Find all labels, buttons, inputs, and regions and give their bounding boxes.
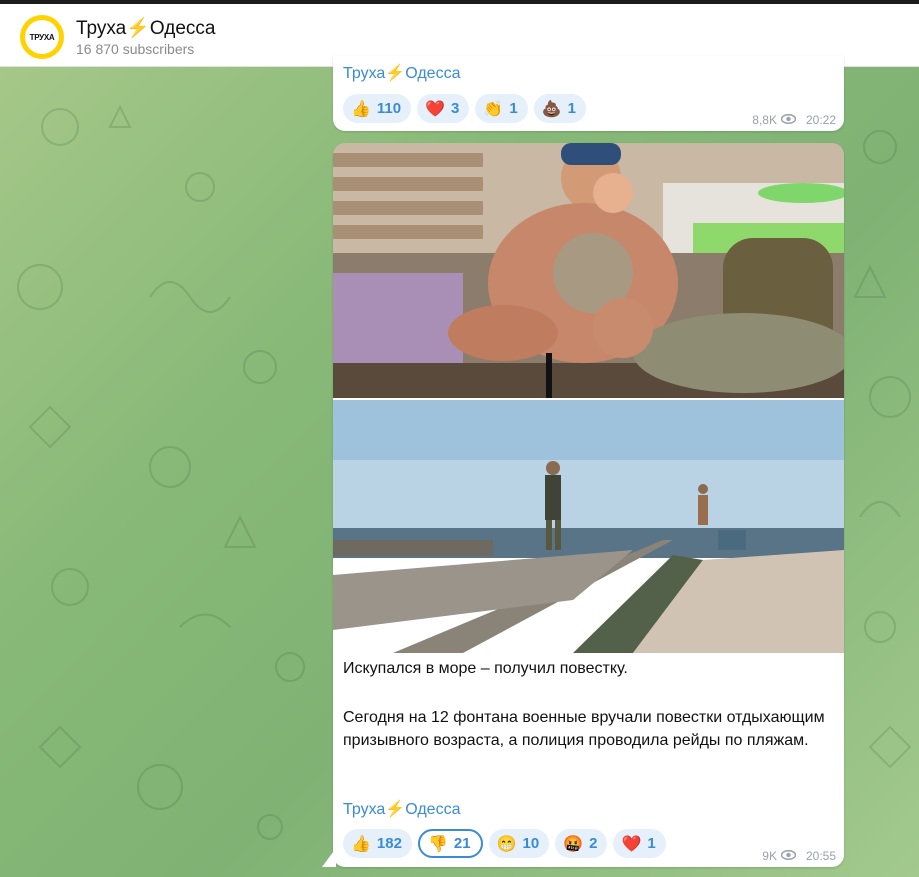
reaction-heart[interactable]: ❤️ 1 xyxy=(613,829,666,858)
thumbs-up-icon: 👍 xyxy=(351,835,371,853)
message-bubble[interactable]: Труха⚡Одесса 👍 110 ❤️ 3 👏 1 💩 1 8,8K 20:22 xyxy=(333,56,844,131)
photo-beach-pier[interactable] xyxy=(333,400,844,653)
eye-icon xyxy=(780,848,797,863)
reaction-thumbs-up[interactable]: 👍 182 xyxy=(343,829,412,858)
reaction-thumbs-up[interactable]: 👍 110 xyxy=(343,94,412,123)
reaction-count: 2 xyxy=(589,835,598,852)
message-time: 20:55 xyxy=(805,848,836,863)
reactions-bar: 👍 182 👎 21 😁 10 🤬 2 ❤️ 1 xyxy=(343,829,666,858)
post-signature[interactable]: Труха⚡Одесса xyxy=(343,799,460,819)
channel-name: Труха xyxy=(76,18,127,39)
signature-city: Одесса xyxy=(405,801,461,818)
reaction-count: 21 xyxy=(453,835,471,852)
reaction-count: 1 xyxy=(509,100,518,117)
lightning-icon: ⚡ xyxy=(385,65,406,82)
lightning-icon: ⚡ xyxy=(385,801,406,818)
angry-face-icon: 🤬 xyxy=(563,835,584,853)
clap-icon: 👏 xyxy=(483,100,504,118)
eye-icon xyxy=(780,112,797,127)
message-meta: 8,8K 20:22 xyxy=(752,112,836,127)
channel-title[interactable]: Труха⚡Одесса xyxy=(76,16,216,40)
signature-name: Труха xyxy=(343,801,386,818)
reaction-grin[interactable]: 😁 10 xyxy=(488,829,550,858)
grin-icon: 😁 xyxy=(496,835,517,853)
reaction-thumbs-down-selected[interactable]: 👎 21 xyxy=(417,829,483,858)
message-time: 20:22 xyxy=(805,112,836,127)
message-bubble[interactable]: Искупался в море – получил повестку. Сег… xyxy=(333,143,844,867)
view-count: 8,8K xyxy=(752,112,777,127)
channel-avatar[interactable]: ТРУХА xyxy=(20,15,64,59)
reaction-angry[interactable]: 🤬 2 xyxy=(555,829,608,858)
reaction-count: 182 xyxy=(376,835,402,852)
poop-icon: 💩 xyxy=(541,100,562,118)
signature-city: Одесса xyxy=(405,65,461,82)
post-body-text: Сегодня на 12 фонтана военные вручали по… xyxy=(343,709,825,749)
photo-soldier-handing-summons[interactable] xyxy=(333,143,844,398)
reaction-clap[interactable]: 👏 1 xyxy=(475,94,528,123)
post-title: Искупался в море – получил повестку. xyxy=(343,660,628,677)
channel-city: Одесса xyxy=(149,18,216,39)
reaction-count: 3 xyxy=(451,100,460,117)
reaction-count: 1 xyxy=(567,100,576,117)
heart-icon: ❤️ xyxy=(621,835,642,853)
thumbs-up-icon: 👍 xyxy=(351,100,371,118)
signature-name: Труха xyxy=(343,65,386,82)
subscriber-count: 16 870 subscribers xyxy=(76,41,195,57)
avatar-logo-text: ТРУХА xyxy=(25,20,59,54)
reaction-count: 10 xyxy=(522,835,540,852)
reaction-heart[interactable]: ❤️ 3 xyxy=(417,94,470,123)
reactions-bar: 👍 110 ❤️ 3 👏 1 💩 1 xyxy=(343,94,586,123)
thumbs-down-icon: 👎 xyxy=(427,835,448,853)
lightning-icon: ⚡ xyxy=(126,18,150,39)
reaction-count: 1 xyxy=(647,835,656,852)
reaction-poop[interactable]: 💩 1 xyxy=(533,94,586,123)
heart-icon: ❤️ xyxy=(425,100,446,118)
message-meta: 9K 20:55 xyxy=(762,848,836,863)
reaction-count: 110 xyxy=(376,100,402,117)
post-signature[interactable]: Труха⚡Одесса xyxy=(343,63,460,83)
view-count: 9K xyxy=(762,848,777,863)
